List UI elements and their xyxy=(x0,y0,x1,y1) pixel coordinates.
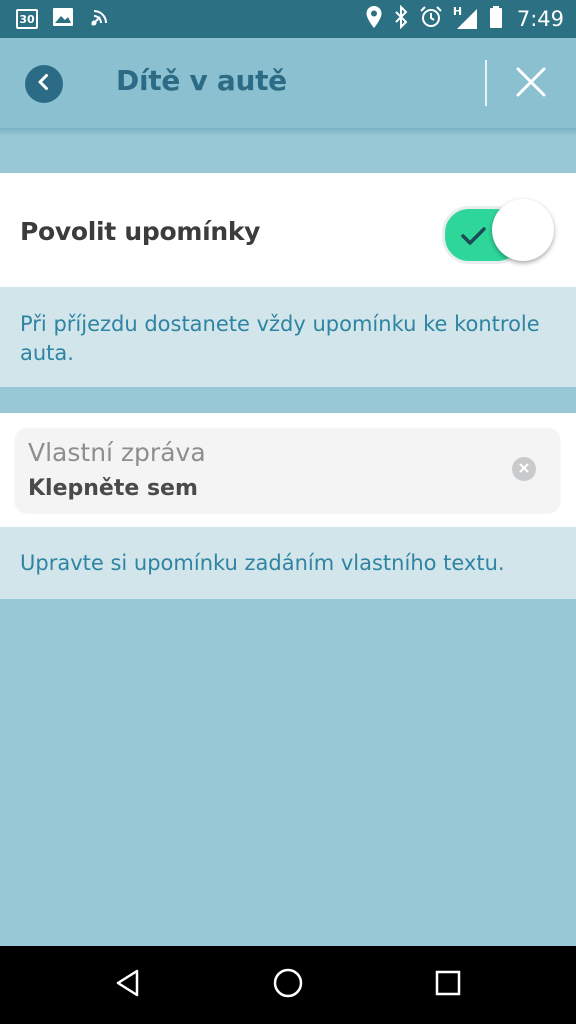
signal-icon: H xyxy=(453,5,479,31)
custom-message-info-panel: Upravte si upomínku zadáním vlastního te… xyxy=(0,527,576,599)
recents-square-icon xyxy=(434,969,462,1002)
custom-message-value[interactable]: Klepněte sem xyxy=(28,476,198,501)
reminder-toggle-label: Povolit upomínky xyxy=(20,217,261,246)
bluetooth-icon xyxy=(393,4,409,34)
close-icon xyxy=(515,66,547,103)
nfc-icon xyxy=(88,5,112,34)
image-icon xyxy=(52,7,74,32)
back-triangle-icon xyxy=(113,968,143,1003)
calendar-day: 30 xyxy=(19,13,35,26)
nav-recents-button[interactable] xyxy=(428,965,468,1005)
alarm-icon xyxy=(419,5,443,34)
status-bar: 30 H 7:49 xyxy=(0,0,576,38)
custom-message-card: Vlastní zpráva Klepněte sem xyxy=(0,413,576,527)
reminder-toggle-row[interactable]: Povolit upomínky xyxy=(0,173,576,287)
home-circle-icon xyxy=(271,966,305,1005)
status-time: 7:49 xyxy=(516,7,564,31)
status-bar-system: H 7:49 xyxy=(365,4,564,34)
custom-message-label: Vlastní zpráva xyxy=(28,438,206,467)
close-button[interactable] xyxy=(512,65,550,103)
back-button[interactable] xyxy=(25,65,63,103)
custom-message-description: Upravte si upomínku zadáním vlastního te… xyxy=(20,551,505,575)
reminder-description: Při příjezdu dostanete vždy upomínku ke … xyxy=(20,312,540,365)
calendar-icon: 30 xyxy=(16,9,38,29)
switch-knob[interactable] xyxy=(492,199,554,261)
location-icon xyxy=(365,5,383,34)
page-title: Dítě v autě xyxy=(116,64,287,97)
system-nav-bar xyxy=(0,946,576,1024)
custom-message-field[interactable]: Vlastní zpráva Klepněte sem xyxy=(15,428,560,512)
check-icon xyxy=(461,226,487,251)
reminder-info-panel: Při příjezdu dostanete vždy upomínku ke … xyxy=(0,287,576,387)
app-bar: Dítě v autě xyxy=(0,38,576,128)
app-bar-divider xyxy=(485,60,487,106)
app-bar-shadow xyxy=(0,128,576,136)
status-bar-notifications: 30 xyxy=(16,6,112,32)
chevron-left-icon xyxy=(34,72,54,97)
clear-icon xyxy=(519,460,529,478)
battery-icon xyxy=(489,5,503,34)
nav-home-button[interactable] xyxy=(268,965,308,1005)
nav-back-button[interactable] xyxy=(108,965,148,1005)
reminder-toggle-switch[interactable] xyxy=(440,199,556,265)
clear-input-button[interactable] xyxy=(512,457,536,481)
